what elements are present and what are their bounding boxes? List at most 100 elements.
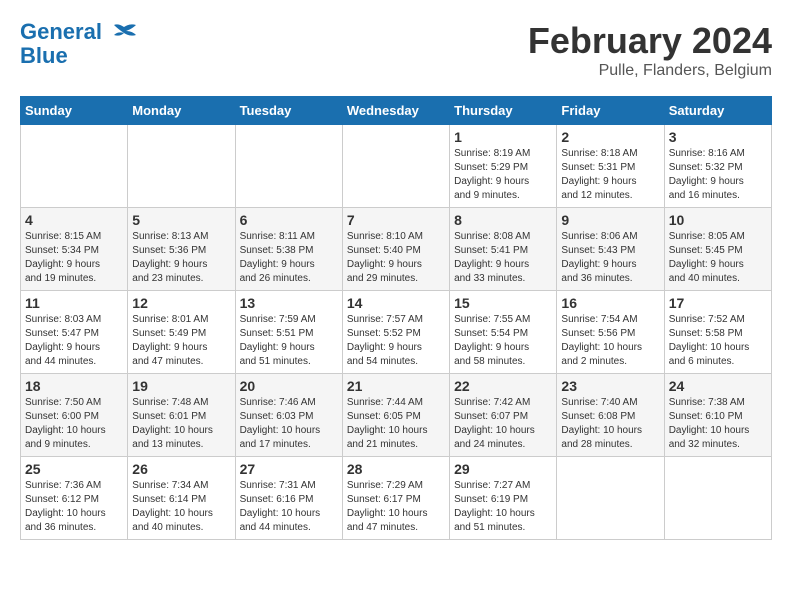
day-number: 5 bbox=[132, 212, 230, 228]
day-info: Sunrise: 7:55 AM Sunset: 5:54 PM Dayligh… bbox=[454, 313, 552, 369]
calendar-cell: 21 Sunrise: 7:44 AM Sunset: 6:05 PM Dayli… bbox=[342, 374, 449, 457]
day-header-thursday: Thursday bbox=[450, 97, 557, 125]
calendar-cell: 1Sunrise: 8:19 AM Sunset: 5:29 PM Daylig… bbox=[450, 125, 557, 208]
day-number: 27 bbox=[240, 461, 338, 477]
week-row-1: 1Sunrise: 8:19 AM Sunset: 5:29 PM Daylig… bbox=[21, 125, 772, 208]
page-header: General Blue February 2024 Pulle, Flande… bbox=[20, 20, 772, 80]
day-info: Sunrise: 8:19 AM Sunset: 5:29 PM Dayligh… bbox=[454, 147, 552, 203]
day-info: Sunrise: 7:50 AM Sunset: 6:00 PM Dayligh… bbox=[25, 396, 123, 452]
day-number: 12 bbox=[132, 295, 230, 311]
calendar-cell: 27Sunrise: 7:31 AM Sunset: 6:16 PM Dayli… bbox=[235, 457, 342, 540]
calendar-cell: 4 Sunrise: 8:15 AM Sunset: 5:34 PM Daylig… bbox=[21, 208, 128, 291]
day-info: Sunrise: 8:15 AM Sunset: 5:34 PM Dayligh… bbox=[25, 230, 123, 286]
day-number: 10 bbox=[669, 212, 767, 228]
day-info: Sunrise: 7:27 AM Sunset: 6:19 PM Dayligh… bbox=[454, 479, 552, 535]
calendar-cell: 23 Sunrise: 7:40 AM Sunset: 6:08 PM Dayli… bbox=[557, 374, 664, 457]
calendar-cell: 20 Sunrise: 7:46 AM Sunset: 6:03 PM Dayli… bbox=[235, 374, 342, 457]
calendar-cell: 16Sunrise: 7:54 AM Sunset: 5:56 PM Dayli… bbox=[557, 291, 664, 374]
day-number: 8 bbox=[454, 212, 552, 228]
calendar-cell bbox=[557, 457, 664, 540]
calendar-cell: 6 Sunrise: 8:11 AM Sunset: 5:38 PM Daylig… bbox=[235, 208, 342, 291]
day-info: Sunrise: 8:16 AM Sunset: 5:32 PM Dayligh… bbox=[669, 147, 767, 203]
day-info: Sunrise: 8:11 AM Sunset: 5:38 PM Dayligh… bbox=[240, 230, 338, 286]
day-info: Sunrise: 8:05 AM Sunset: 5:45 PM Dayligh… bbox=[669, 230, 767, 286]
calendar-cell: 17Sunrise: 7:52 AM Sunset: 5:58 PM Dayli… bbox=[664, 291, 771, 374]
day-number: 9 bbox=[561, 212, 659, 228]
title-section: February 2024 Pulle, Flanders, Belgium bbox=[528, 20, 772, 80]
calendar-cell: 11Sunrise: 8:03 AM Sunset: 5:47 PM Dayli… bbox=[21, 291, 128, 374]
calendar-cell: 22 Sunrise: 7:42 AM Sunset: 6:07 PM Dayli… bbox=[450, 374, 557, 457]
calendar-cell bbox=[664, 457, 771, 540]
day-number: 2 bbox=[561, 129, 659, 145]
calendar-cell: 25 Sunrise: 7:36 AM Sunset: 6:12 PM Dayli… bbox=[21, 457, 128, 540]
day-info: Sunrise: 7:44 AM Sunset: 6:05 PM Dayligh… bbox=[347, 396, 445, 452]
day-number: 25 bbox=[25, 461, 123, 477]
calendar-body: 1Sunrise: 8:19 AM Sunset: 5:29 PM Daylig… bbox=[21, 125, 772, 540]
calendar-cell: 29Sunrise: 7:27 AM Sunset: 6:19 PM Dayli… bbox=[450, 457, 557, 540]
calendar-cell: 13Sunrise: 7:59 AM Sunset: 5:51 PM Dayli… bbox=[235, 291, 342, 374]
day-info: Sunrise: 7:48 AM Sunset: 6:01 PM Dayligh… bbox=[132, 396, 230, 452]
day-info: Sunrise: 8:08 AM Sunset: 5:41 PM Dayligh… bbox=[454, 230, 552, 286]
calendar-cell: 7 Sunrise: 8:10 AM Sunset: 5:40 PM Daylig… bbox=[342, 208, 449, 291]
logo-blue-text: Blue bbox=[20, 44, 138, 68]
day-header-monday: Monday bbox=[128, 97, 235, 125]
calendar-cell bbox=[128, 125, 235, 208]
calendar-header: SundayMondayTuesdayWednesdayThursdayFrid… bbox=[21, 97, 772, 125]
calendar-cell: 26Sunrise: 7:34 AM Sunset: 6:14 PM Dayli… bbox=[128, 457, 235, 540]
day-number: 16 bbox=[561, 295, 659, 311]
day-number: 23 bbox=[561, 378, 659, 394]
day-number: 22 bbox=[454, 378, 552, 394]
week-row-5: 25 Sunrise: 7:36 AM Sunset: 6:12 PM Dayli… bbox=[21, 457, 772, 540]
calendar-cell: 5 Sunrise: 8:13 AM Sunset: 5:36 PM Daylig… bbox=[128, 208, 235, 291]
calendar-cell: 15 Sunrise: 7:55 AM Sunset: 5:54 PM Dayli… bbox=[450, 291, 557, 374]
day-info: Sunrise: 8:13 AM Sunset: 5:36 PM Dayligh… bbox=[132, 230, 230, 286]
calendar-cell bbox=[235, 125, 342, 208]
day-number: 11 bbox=[25, 295, 123, 311]
calendar-cell: 14Sunrise: 7:57 AM Sunset: 5:52 PM Dayli… bbox=[342, 291, 449, 374]
calendar-table: SundayMondayTuesdayWednesdayThursdayFrid… bbox=[20, 96, 772, 540]
day-number: 24 bbox=[669, 378, 767, 394]
day-info: Sunrise: 7:42 AM Sunset: 6:07 PM Dayligh… bbox=[454, 396, 552, 452]
calendar-cell: 12Sunrise: 8:01 AM Sunset: 5:49 PM Dayli… bbox=[128, 291, 235, 374]
calendar-cell bbox=[342, 125, 449, 208]
day-info: Sunrise: 7:40 AM Sunset: 6:08 PM Dayligh… bbox=[561, 396, 659, 452]
calendar-cell: 19Sunrise: 7:48 AM Sunset: 6:01 PM Dayli… bbox=[128, 374, 235, 457]
calendar-cell: 3 Sunrise: 8:16 AM Sunset: 5:32 PM Daylig… bbox=[664, 125, 771, 208]
day-number: 28 bbox=[347, 461, 445, 477]
day-info: Sunrise: 8:18 AM Sunset: 5:31 PM Dayligh… bbox=[561, 147, 659, 203]
day-info: Sunrise: 7:36 AM Sunset: 6:12 PM Dayligh… bbox=[25, 479, 123, 535]
day-header-saturday: Saturday bbox=[664, 97, 771, 125]
day-header-sunday: Sunday bbox=[21, 97, 128, 125]
day-info: Sunrise: 7:57 AM Sunset: 5:52 PM Dayligh… bbox=[347, 313, 445, 369]
day-header-wednesday: Wednesday bbox=[342, 97, 449, 125]
week-row-3: 11Sunrise: 8:03 AM Sunset: 5:47 PM Dayli… bbox=[21, 291, 772, 374]
day-info: Sunrise: 7:52 AM Sunset: 5:58 PM Dayligh… bbox=[669, 313, 767, 369]
logo: General Blue bbox=[20, 20, 138, 68]
days-header-row: SundayMondayTuesdayWednesdayThursdayFrid… bbox=[21, 97, 772, 125]
day-number: 4 bbox=[25, 212, 123, 228]
calendar-cell: 10 Sunrise: 8:05 AM Sunset: 5:45 PM Dayli… bbox=[664, 208, 771, 291]
day-number: 18 bbox=[25, 378, 123, 394]
day-number: 13 bbox=[240, 295, 338, 311]
subtitle: Pulle, Flanders, Belgium bbox=[528, 62, 772, 80]
day-number: 21 bbox=[347, 378, 445, 394]
day-info: Sunrise: 8:10 AM Sunset: 5:40 PM Dayligh… bbox=[347, 230, 445, 286]
day-header-tuesday: Tuesday bbox=[235, 97, 342, 125]
day-info: Sunrise: 7:29 AM Sunset: 6:17 PM Dayligh… bbox=[347, 479, 445, 535]
day-number: 6 bbox=[240, 212, 338, 228]
calendar-cell: 8 Sunrise: 8:08 AM Sunset: 5:41 PM Daylig… bbox=[450, 208, 557, 291]
calendar-cell bbox=[21, 125, 128, 208]
week-row-4: 18 Sunrise: 7:50 AM Sunset: 6:00 PM Dayli… bbox=[21, 374, 772, 457]
day-info: Sunrise: 7:46 AM Sunset: 6:03 PM Dayligh… bbox=[240, 396, 338, 452]
day-number: 7 bbox=[347, 212, 445, 228]
calendar-cell: 24Sunrise: 7:38 AM Sunset: 6:10 PM Dayli… bbox=[664, 374, 771, 457]
day-header-friday: Friday bbox=[557, 97, 664, 125]
day-number: 15 bbox=[454, 295, 552, 311]
calendar-cell: 28 Sunrise: 7:29 AM Sunset: 6:17 PM Dayli… bbox=[342, 457, 449, 540]
day-number: 20 bbox=[240, 378, 338, 394]
day-number: 26 bbox=[132, 461, 230, 477]
calendar-cell: 18 Sunrise: 7:50 AM Sunset: 6:00 PM Dayli… bbox=[21, 374, 128, 457]
calendar-cell: 2 Sunrise: 8:18 AM Sunset: 5:31 PM Daylig… bbox=[557, 125, 664, 208]
day-number: 3 bbox=[669, 129, 767, 145]
logo-text: General bbox=[20, 20, 138, 44]
